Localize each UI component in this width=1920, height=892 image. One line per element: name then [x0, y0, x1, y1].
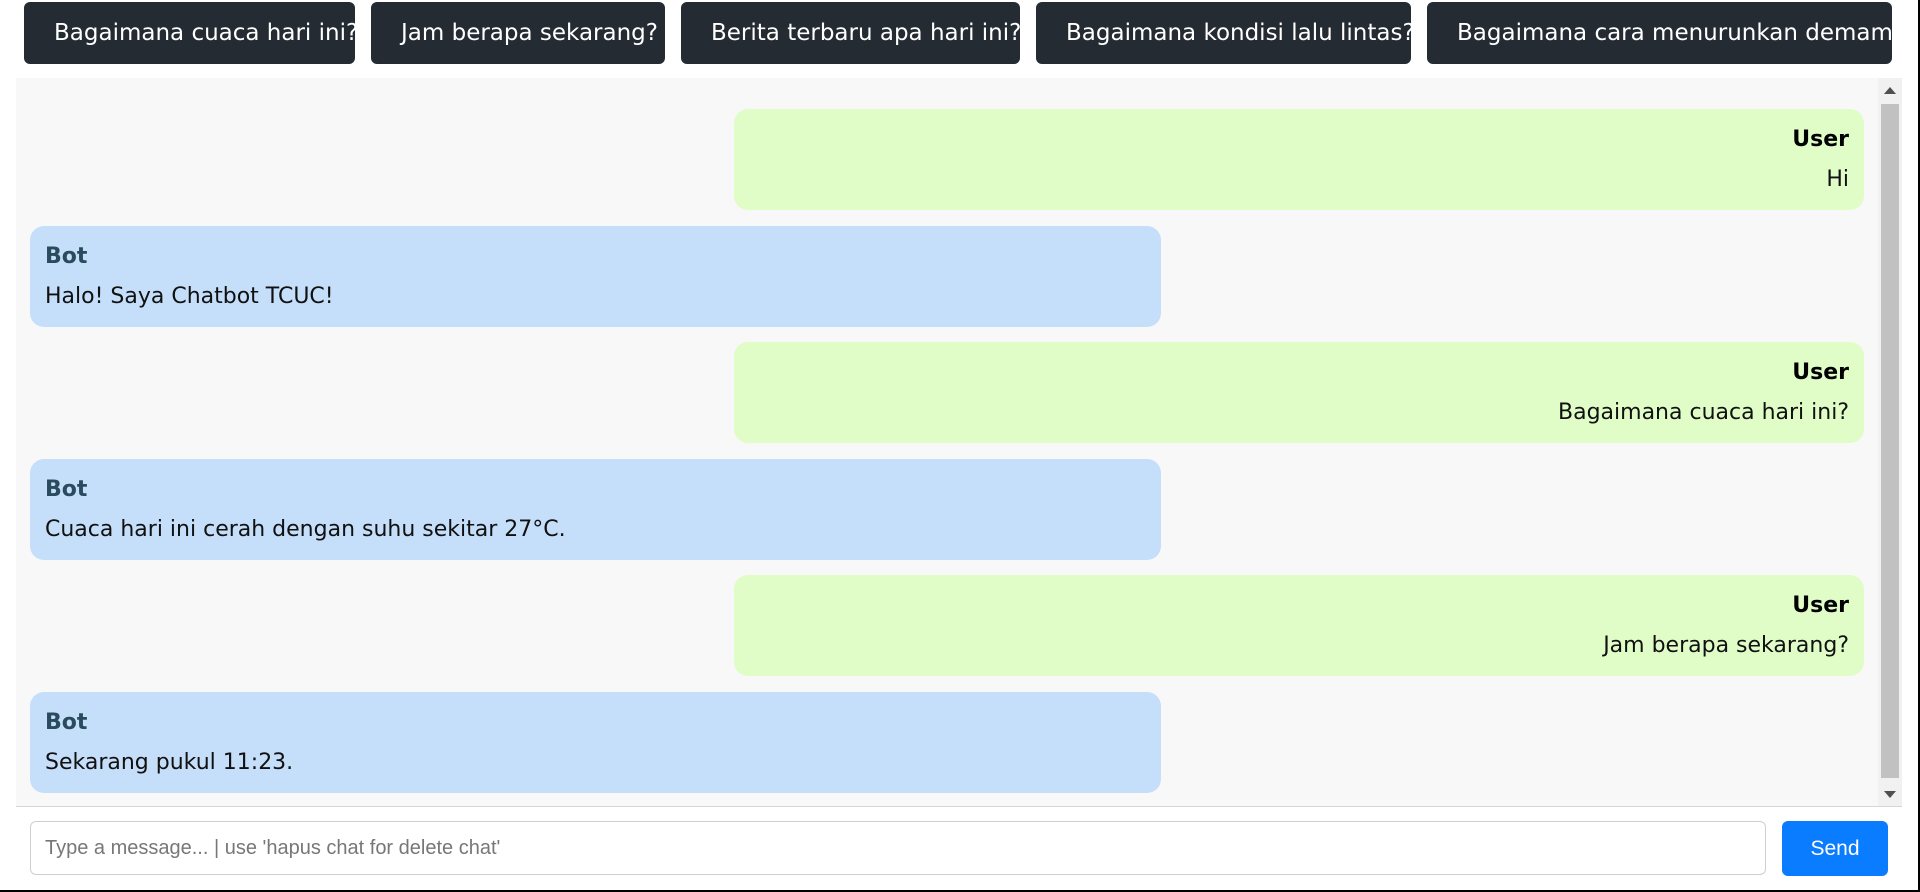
chat-window: User Hi Bot Halo! Saya Chatbot TCUC! Use…	[16, 78, 1902, 806]
message-text: Cuaca hari ini cerah dengan suhu sekitar…	[45, 517, 566, 542]
message-list: User Hi Bot Halo! Saya Chatbot TCUC! Use…	[16, 78, 1878, 806]
message-sender: Bot	[45, 477, 88, 502]
message-composer: Send	[16, 806, 1902, 890]
message-text: Sekarang pukul 11:23.	[45, 750, 294, 775]
send-button[interactable]: Send	[1782, 821, 1888, 876]
bot-message: Bot Sekarang pukul 11:23.	[30, 692, 1161, 793]
scrollbar-thumb[interactable]	[1881, 104, 1899, 778]
quick-question-button-weather[interactable]: Bagaimana cuaca hari ini?	[24, 2, 358, 64]
message-text: Bagaimana cuaca hari ini?	[1558, 400, 1849, 425]
message-text: Jam berapa sekarang?	[1603, 633, 1849, 658]
chat-scrollbar[interactable]	[1878, 78, 1902, 806]
message-sender: Bot	[45, 710, 88, 735]
quick-question-button-traffic[interactable]: Bagaimana kondisi lalu lintas?	[1036, 2, 1415, 64]
message-text: Hi	[1826, 167, 1849, 192]
message-input[interactable]	[30, 821, 1766, 875]
user-message: User Hi	[734, 109, 1864, 210]
bot-message: Bot Halo! Saya Chatbot TCUC!	[30, 226, 1161, 327]
scroll-down-arrow-icon[interactable]	[1878, 782, 1902, 806]
quick-question-button-fever[interactable]: Bagaimana cara menurunkan demam?	[1427, 2, 1905, 64]
bot-message: Bot Cuaca hari ini cerah dengan suhu sek…	[30, 459, 1161, 560]
quick-question-bar: Bagaimana cuaca hari ini? Jam berapa sek…	[24, 2, 1905, 64]
user-message: User Jam berapa sekarang?	[734, 575, 1864, 676]
message-sender: User	[1792, 360, 1849, 385]
message-text: Halo! Saya Chatbot TCUC!	[45, 284, 334, 309]
scroll-up-arrow-icon[interactable]	[1878, 78, 1902, 102]
quick-question-button-time[interactable]: Jam berapa sekarang?	[371, 2, 665, 64]
quick-question-button-news[interactable]: Berita terbaru apa hari ini?	[681, 2, 1021, 64]
user-message: User Bagaimana cuaca hari ini?	[734, 342, 1864, 443]
message-sender: Bot	[45, 244, 88, 269]
message-sender: User	[1792, 127, 1849, 152]
message-sender: User	[1792, 593, 1849, 618]
